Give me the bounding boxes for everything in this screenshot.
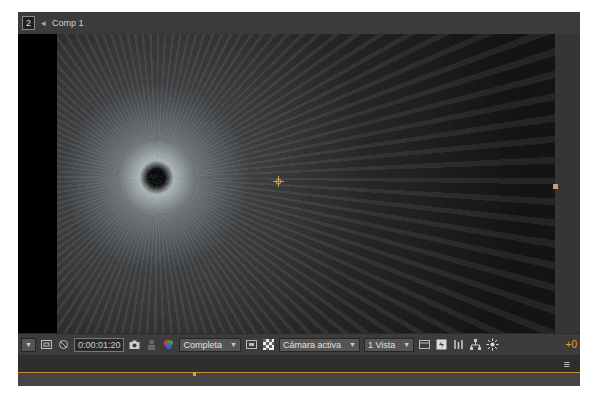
timeline-icon[interactable] xyxy=(452,338,465,351)
anchor-crosshair-icon[interactable] xyxy=(273,176,284,187)
resolution-dropdown[interactable]: Completa▼ xyxy=(179,338,240,352)
mask-toggle-icon[interactable] xyxy=(57,338,70,351)
timeline-strip[interactable] xyxy=(18,372,580,386)
fast-preview-icon[interactable] xyxy=(435,338,448,351)
snapshot-camera-icon[interactable] xyxy=(128,338,141,351)
panel-header: 2 ◂ Comp 1 xyxy=(18,12,580,34)
composition-panel: 2 ◂ Comp 1 ▼ 0:00:01:20 Completa▼ Cámara activ… xyxy=(18,12,580,386)
zoom-dropdown[interactable]: ▼ xyxy=(21,338,36,352)
exposure-value[interactable]: +0 xyxy=(566,339,577,350)
viewer xyxy=(18,34,580,333)
reset-exposure-icon[interactable] xyxy=(486,338,499,351)
time-marker[interactable] xyxy=(193,372,196,376)
camera-view-dropdown[interactable]: Cámara activa▼ xyxy=(279,338,360,352)
color-channels-icon[interactable] xyxy=(162,338,175,351)
timeline-header: ≡ xyxy=(18,355,580,372)
view-layout-dropdown[interactable]: 1 Vista▼ xyxy=(364,338,414,352)
layer-handle[interactable] xyxy=(553,184,558,189)
panel-menu[interactable]: ≡ xyxy=(564,358,570,370)
panel-title[interactable]: Comp 1 xyxy=(52,17,84,29)
transparency-grid-icon[interactable] xyxy=(262,338,275,351)
timecode-field[interactable]: 0:00:01:20 xyxy=(74,338,125,352)
safe-zones-icon[interactable] xyxy=(40,338,53,351)
page: 2 ◂ Comp 1 ▼ 0:00:01:20 Completa▼ Cámara activ… xyxy=(0,0,600,400)
tab-arrow[interactable]: ◂ xyxy=(41,17,46,29)
show-snapshot-icon[interactable] xyxy=(145,338,158,351)
pixel-aspect-icon[interactable] xyxy=(418,338,431,351)
region-of-interest-icon[interactable] xyxy=(245,338,258,351)
viewer-gutter xyxy=(555,34,580,333)
panel-number[interactable]: 2 xyxy=(22,16,35,30)
viewer-toolbar: ▼ 0:00:01:20 Completa▼ Cámara activa▼ 1 Vist… xyxy=(18,333,580,355)
viewer-pasteboard xyxy=(18,34,57,333)
video-frame[interactable] xyxy=(57,34,555,333)
flowchart-icon[interactable] xyxy=(469,338,482,351)
